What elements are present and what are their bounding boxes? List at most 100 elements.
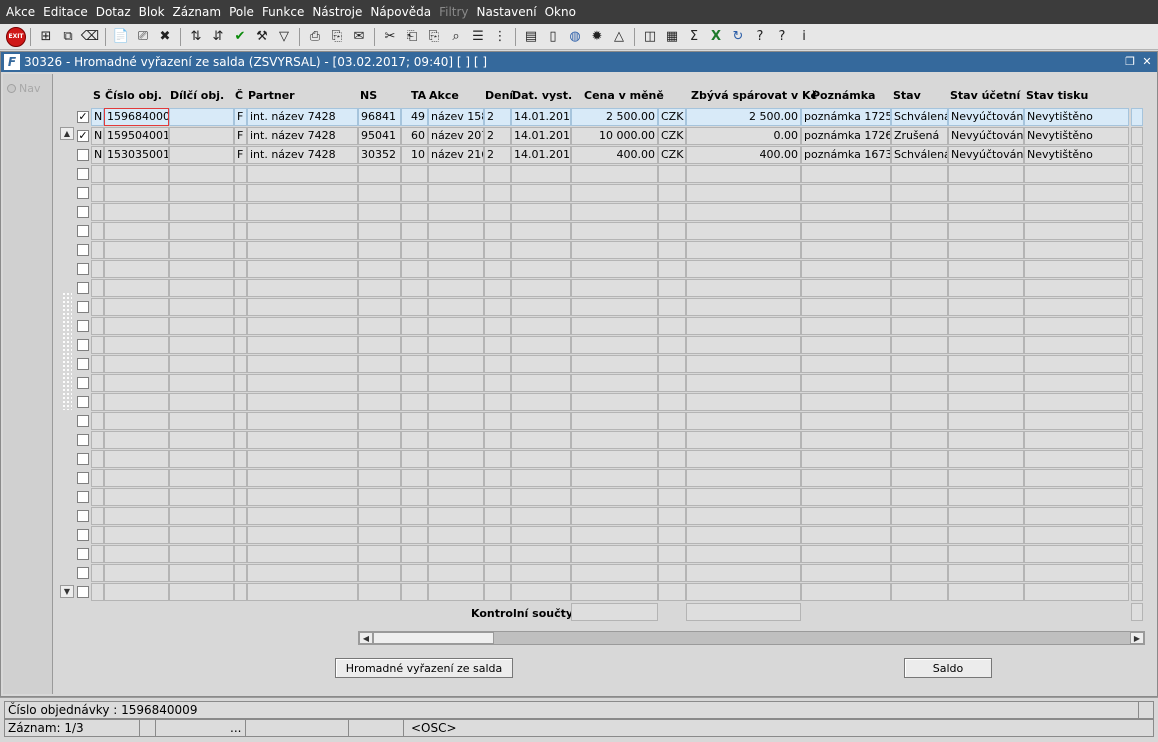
cell-ta[interactable] — [401, 545, 428, 563]
cell-stav_tisku[interactable] — [1024, 317, 1129, 335]
cell-poznamka[interactable] — [801, 184, 891, 202]
cell-ns[interactable] — [358, 355, 401, 373]
cell-cislo[interactable] — [104, 203, 169, 221]
cell-partner[interactable] — [247, 203, 358, 221]
cell-cena[interactable] — [571, 298, 658, 316]
cell-ns[interactable] — [358, 526, 401, 544]
scroll-right-icon[interactable]: ▶ — [1130, 632, 1144, 644]
cell-zbyva[interactable] — [686, 374, 801, 392]
list-icon[interactable]: ☰ — [467, 26, 489, 48]
cell-cislo[interactable] — [104, 222, 169, 240]
cell-stav_ucetni[interactable] — [948, 241, 1024, 259]
row-flag-cell[interactable] — [91, 298, 104, 316]
cell-ns[interactable] — [358, 488, 401, 506]
cell-partner[interactable] — [247, 431, 358, 449]
wrench-icon[interactable]: ⚒ — [251, 26, 273, 48]
cell-ns[interactable]: 30352 — [358, 146, 401, 164]
row-select-checkbox[interactable] — [77, 586, 89, 598]
row-select-checkbox[interactable]: ✓ — [77, 130, 89, 142]
menu-item[interactable]: Blok — [135, 5, 169, 19]
cell-dilci[interactable] — [169, 222, 234, 240]
cell-akce[interactable] — [428, 393, 484, 411]
cell-poznamka[interactable] — [801, 355, 891, 373]
scroll-up-icon[interactable]: ▲ — [60, 127, 74, 140]
nav-radio-icon[interactable] — [7, 84, 16, 93]
cell-ns[interactable] — [358, 431, 401, 449]
cell-cena[interactable] — [571, 203, 658, 221]
cell-dat[interactable] — [511, 298, 571, 316]
cell-poznamka[interactable] — [801, 317, 891, 335]
cell-cislo[interactable] — [104, 260, 169, 278]
cell-zbyva[interactable] — [686, 450, 801, 468]
cell-akce[interactable] — [428, 526, 484, 544]
cell-deni[interactable] — [484, 545, 511, 563]
cell-c[interactable] — [234, 222, 247, 240]
cell-ta[interactable] — [401, 469, 428, 487]
cell-mena[interactable] — [658, 279, 686, 297]
cell-partner[interactable] — [247, 469, 358, 487]
cell-cena[interactable] — [571, 545, 658, 563]
cell-poznamka[interactable] — [801, 507, 891, 525]
cell-cislo[interactable] — [104, 583, 169, 601]
cell-deni[interactable] — [484, 298, 511, 316]
cell-overflow[interactable] — [1131, 222, 1143, 240]
cell-cena[interactable] — [571, 279, 658, 297]
cell-dilci[interactable] — [169, 184, 234, 202]
cell-akce[interactable] — [428, 431, 484, 449]
cell-stav_tisku[interactable] — [1024, 412, 1129, 430]
cell-mena[interactable] — [658, 203, 686, 221]
cell-poznamka[interactable] — [801, 564, 891, 582]
cell-ns[interactable] — [358, 412, 401, 430]
cell-overflow[interactable] — [1131, 203, 1143, 221]
cell-cena[interactable] — [571, 355, 658, 373]
cell-mena[interactable] — [658, 336, 686, 354]
cell-dat[interactable] — [511, 184, 571, 202]
cell-cislo[interactable]: 1595040013 — [104, 127, 169, 145]
cell-partner[interactable] — [247, 488, 358, 506]
insert-record-icon[interactable]: ⊞ — [35, 26, 57, 48]
cell-zbyva[interactable] — [686, 222, 801, 240]
cell-mena[interactable] — [658, 317, 686, 335]
cell-overflow[interactable] — [1131, 260, 1143, 278]
cell-zbyva[interactable] — [686, 317, 801, 335]
cell-akce[interactable] — [428, 412, 484, 430]
cell-deni[interactable] — [484, 507, 511, 525]
cell-ns[interactable]: 96841 — [358, 108, 401, 126]
cell-dilci[interactable] — [169, 526, 234, 544]
cell-zbyva[interactable] — [686, 412, 801, 430]
cell-zbyva[interactable] — [686, 469, 801, 487]
cell-stav[interactable] — [891, 393, 948, 411]
menu-item[interactable]: Akce — [2, 5, 39, 19]
cell-deni[interactable] — [484, 564, 511, 582]
cell-zbyva[interactable] — [686, 298, 801, 316]
cell-stav_ucetni[interactable] — [948, 165, 1024, 183]
row-select-checkbox[interactable] — [77, 434, 89, 446]
cell-dat[interactable] — [511, 241, 571, 259]
cell-stav[interactable] — [891, 355, 948, 373]
horizontal-scrollbar[interactable]: ◀ ▶ — [358, 631, 1145, 645]
cell-stav_tisku[interactable] — [1024, 184, 1129, 202]
cell-cena[interactable] — [571, 469, 658, 487]
cell-akce[interactable]: název 158 — [428, 108, 484, 126]
cell-cena[interactable] — [571, 165, 658, 183]
scroll-down-icon[interactable]: ▼ — [60, 585, 74, 598]
cell-stav_tisku[interactable] — [1024, 393, 1129, 411]
cell-zbyva[interactable]: 0.00 — [686, 127, 801, 145]
cell-cislo[interactable]: 1596840009 — [104, 108, 169, 126]
cell-stav_tisku[interactable] — [1024, 450, 1129, 468]
cell-cislo[interactable] — [104, 526, 169, 544]
cell-cislo[interactable] — [104, 165, 169, 183]
cell-c[interactable] — [234, 450, 247, 468]
cell-akce[interactable] — [428, 564, 484, 582]
cell-dilci[interactable] — [169, 298, 234, 316]
cell-akce[interactable] — [428, 469, 484, 487]
cell-zbyva[interactable] — [686, 431, 801, 449]
cell-ta[interactable] — [401, 165, 428, 183]
cell-stav[interactable] — [891, 526, 948, 544]
row-flag-cell[interactable] — [91, 203, 104, 221]
cell-overflow[interactable] — [1131, 127, 1143, 145]
row-select-checkbox[interactable] — [77, 548, 89, 560]
cell-c[interactable] — [234, 336, 247, 354]
cell-cena[interactable] — [571, 564, 658, 582]
cell-overflow[interactable] — [1131, 393, 1143, 411]
